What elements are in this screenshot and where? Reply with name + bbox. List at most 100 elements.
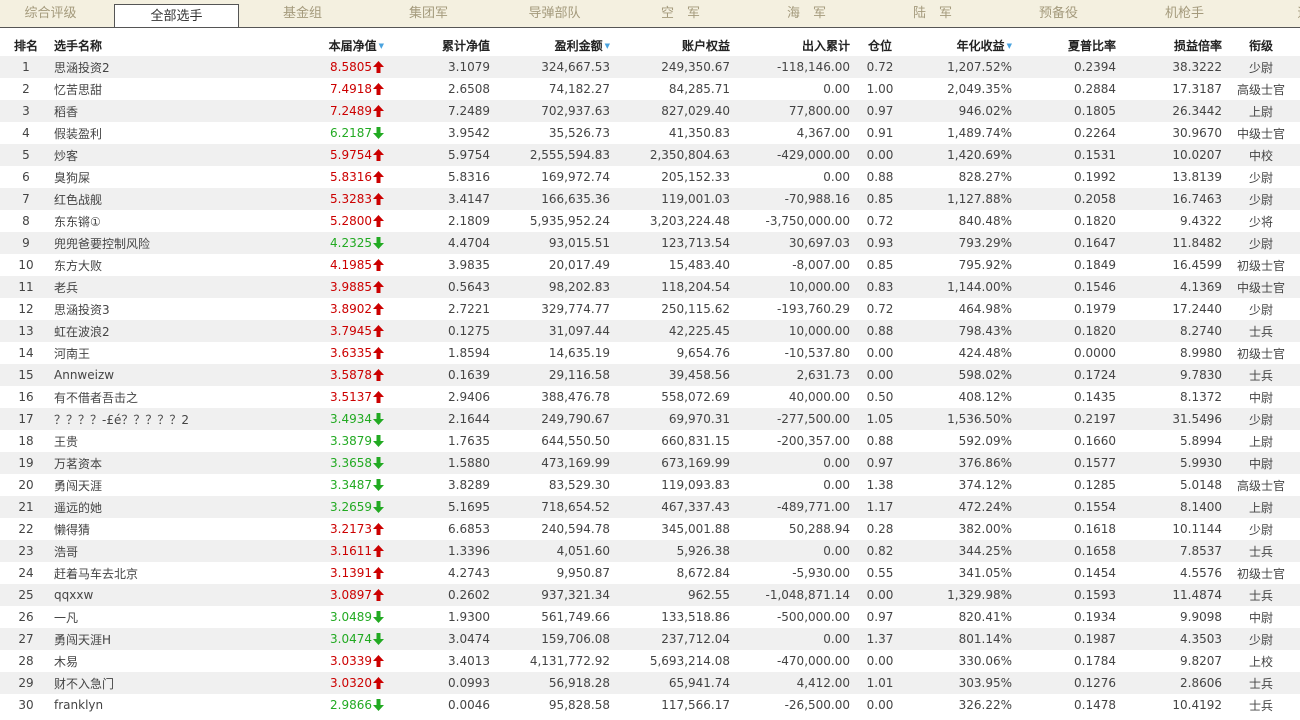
- cell-nav: 7.4918: [264, 78, 384, 100]
- cell-equity: 3,203,224.48: [610, 210, 730, 232]
- tab-10[interactable]: 远侦: [1248, 0, 1300, 27]
- tab-9[interactable]: 机枪手: [1122, 0, 1247, 27]
- col-header-label: 夏普比率: [1067, 38, 1116, 53]
- cell-profit: 561,749.66: [490, 606, 610, 628]
- nav-value: 3.0474: [330, 632, 372, 646]
- nav-value: 3.3879: [330, 434, 372, 448]
- cell-annual: 592.09%: [910, 430, 1012, 452]
- cell-flow: 0.00: [730, 474, 850, 496]
- tab-2[interactable]: 基金组: [240, 0, 365, 27]
- cell-name[interactable]: 兜兜爸要控制风险: [52, 232, 264, 254]
- cell-rank-title: 初级士官: [1222, 562, 1300, 584]
- cell-rank: 12: [0, 298, 52, 320]
- cell-name[interactable]: 遥远的她: [52, 496, 264, 518]
- cell-name[interactable]: 红色战舰: [52, 188, 264, 210]
- cell-name[interactable]: 炒客: [52, 144, 264, 166]
- tab-1[interactable]: 全部选手: [114, 4, 239, 27]
- cell-name[interactable]: 万茗资本: [52, 452, 264, 474]
- cell-name[interactable]: 勇闯天涯: [52, 474, 264, 496]
- table-row: 27 勇闯天涯H 3.0474 3.0474 159,706.08 237,712.04 0…: [0, 628, 1300, 650]
- cell-name[interactable]: ？？？？-£é？？？？？2: [52, 408, 264, 430]
- cell-name[interactable]: 稻香: [52, 100, 264, 122]
- sort-desc-icon[interactable]: ▼: [379, 42, 384, 50]
- cell-name[interactable]: 老兵: [52, 276, 264, 298]
- cell-pl-ratio: 2.8606: [1116, 672, 1222, 694]
- tab-7[interactable]: 陆 军: [870, 0, 995, 27]
- cell-name[interactable]: 东方大败: [52, 254, 264, 276]
- cell-name[interactable]: 财不入急门: [52, 672, 264, 694]
- cell-name[interactable]: Annweizw: [52, 364, 264, 386]
- cell-profit: 74,182.27: [490, 78, 610, 100]
- nav-value: 5.8316: [330, 170, 372, 184]
- cell-position: 0.28: [850, 518, 910, 540]
- cell-position: 0.72: [850, 56, 910, 78]
- tab-6[interactable]: 海 军: [744, 0, 869, 27]
- cell-pl-ratio: 26.3442: [1116, 100, 1222, 122]
- cell-name[interactable]: franklyn: [52, 694, 264, 716]
- cell-name[interactable]: 浩哥: [52, 540, 264, 562]
- cell-name[interactable]: 懒得猜: [52, 518, 264, 540]
- cell-flow: -500,000.00: [730, 606, 850, 628]
- col-header-annual[interactable]: 年化收益 ▼: [910, 34, 1012, 56]
- sort-desc-icon[interactable]: ▼: [1007, 42, 1012, 50]
- nav-value: 7.2489: [330, 104, 372, 118]
- cell-profit: 249,790.67: [490, 408, 610, 430]
- cell-cum-nav: 0.0993: [384, 672, 490, 694]
- table-row: 18 王贵 3.3879 1.7635 644,550.50 660,831.15 -200…: [0, 430, 1300, 452]
- tab-8[interactable]: 预备役: [996, 0, 1121, 27]
- nav-value: 6.2187: [330, 126, 372, 140]
- col-header-pl_ratio: 损益倍率: [1116, 34, 1222, 56]
- sort-desc-icon[interactable]: ▼: [605, 42, 610, 50]
- cell-name[interactable]: qqxxw: [52, 584, 264, 606]
- nav-value: 3.6335: [330, 346, 372, 360]
- cell-equity: 123,713.54: [610, 232, 730, 254]
- cell-name[interactable]: 虹在波浪2: [52, 320, 264, 342]
- cell-position: 0.88: [850, 430, 910, 452]
- table-row: 9 兜兜爸要控制风险 4.2325 4.4704 93,015.51 123,713.54…: [0, 232, 1300, 254]
- cell-rank: 13: [0, 320, 52, 342]
- tab-0[interactable]: 综合评级: [0, 0, 113, 27]
- cell-name[interactable]: 忆苦思甜: [52, 78, 264, 100]
- col-header-label: 本届净值: [328, 38, 377, 53]
- arrow-up-icon: [373, 259, 384, 271]
- cell-equity: 205,152.33: [610, 166, 730, 188]
- cell-name[interactable]: 假装盈利: [52, 122, 264, 144]
- cell-name[interactable]: 臭狗屎: [52, 166, 264, 188]
- table-row: 1 思涵投资2 8.5805 3.1079 324,667.53 249,350.67 -1…: [0, 56, 1300, 78]
- cell-name[interactable]: 思涵投资2: [52, 56, 264, 78]
- table-row: 2 忆苦思甜 7.4918 2.6508 74,182.27 84,285.71 0.00 1…: [0, 78, 1300, 100]
- cell-name[interactable]: 木易: [52, 650, 264, 672]
- cell-rank: 11: [0, 276, 52, 298]
- cell-name[interactable]: 思涵投资3: [52, 298, 264, 320]
- nav-value: 3.8902: [330, 302, 372, 316]
- cell-name[interactable]: 东东锵①: [52, 210, 264, 232]
- tab-4[interactable]: 导弹部队: [492, 0, 617, 27]
- cell-profit: 166,635.36: [490, 188, 610, 210]
- cell-name[interactable]: 一凡: [52, 606, 264, 628]
- cell-name[interactable]: 有不借者吾击之: [52, 386, 264, 408]
- cell-annual: 793.29%: [910, 232, 1012, 254]
- tab-5[interactable]: 空 军: [618, 0, 743, 27]
- cell-annual: 1,489.74%: [910, 122, 1012, 144]
- nav-value: 7.4918: [330, 82, 372, 96]
- col-header-label: 选手名称: [54, 38, 103, 53]
- cell-sharpe: 0.1979: [1012, 298, 1116, 320]
- cell-flow: -118,146.00: [730, 56, 850, 78]
- cell-annual: 946.02%: [910, 100, 1012, 122]
- cell-name[interactable]: 王贵: [52, 430, 264, 452]
- cell-flow: -70,988.16: [730, 188, 850, 210]
- cell-flow: 10,000.00: [730, 276, 850, 298]
- col-header-profit[interactable]: 盈利金额 ▼: [490, 34, 610, 56]
- tab-3[interactable]: 集团军: [366, 0, 491, 27]
- col-header-nav[interactable]: 本届净值 ▼: [264, 34, 384, 56]
- nav-value: 3.2173: [330, 522, 372, 536]
- cell-name[interactable]: 河南王: [52, 342, 264, 364]
- cell-name[interactable]: 勇闯天涯H: [52, 628, 264, 650]
- cell-nav: 6.2187: [264, 122, 384, 144]
- cell-equity: 5,926.38: [610, 540, 730, 562]
- cell-rank: 17: [0, 408, 52, 430]
- cell-equity: 558,072.69: [610, 386, 730, 408]
- cell-sharpe: 0.1276: [1012, 672, 1116, 694]
- cell-sharpe: 0.1618: [1012, 518, 1116, 540]
- cell-name[interactable]: 赶着马车去北京: [52, 562, 264, 584]
